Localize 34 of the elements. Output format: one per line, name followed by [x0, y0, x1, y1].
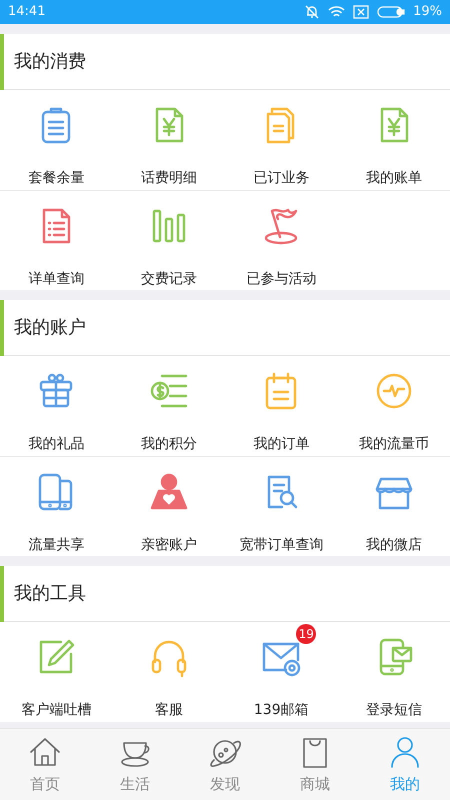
accent-bar — [0, 34, 4, 90]
menu-tile[interactable]: 我的流量币 — [338, 356, 450, 456]
menu-tile[interactable]: 已订业务 — [225, 90, 338, 190]
menu-tile[interactable]: 我的礼品 — [0, 356, 112, 456]
section-title: 我的工具 — [14, 582, 86, 606]
menu-tile[interactable]: 详单查询 — [0, 191, 112, 291]
menu-tile[interactable]: 19 139邮箱 — [225, 622, 338, 722]
menu-tile[interactable]: 流量共享 — [0, 457, 112, 557]
section-title: 我的账户 — [14, 316, 86, 340]
count-badge: 19 — [296, 624, 316, 644]
menu-tile[interactable]: 亲密账户 — [112, 457, 225, 557]
wifi-icon — [328, 5, 346, 19]
battery-percent: 19% — [413, 3, 442, 22]
menu-tile[interactable]: 宽带订单查询 — [225, 457, 338, 557]
menu-tile[interactable]: 登录短信 — [338, 622, 450, 722]
menu-tile[interactable]: 我的订单 — [225, 356, 338, 456]
menu-tile[interactable]: 我的账单 — [338, 90, 450, 190]
user-icon — [388, 735, 422, 769]
accent-bar — [0, 566, 4, 622]
menu-tile[interactable]: 交费记录 — [112, 191, 225, 291]
home-icon — [28, 735, 62, 769]
menu-tile[interactable]: 客户端吐槽 — [0, 622, 112, 722]
menu-tile[interactable]: 客服 — [112, 622, 225, 722]
menu-tile[interactable]: 已参与活动 — [225, 191, 338, 291]
menu-tile[interactable]: 话费明细 — [112, 90, 225, 190]
menu-tile[interactable]: 我的积分 — [112, 356, 225, 456]
clock: 14:41 — [8, 3, 46, 22]
menu-tile[interactable]: 我的微店 — [338, 457, 450, 557]
battery-icon — [377, 6, 406, 18]
accent-bar — [0, 300, 4, 356]
sim-card-icon — [353, 5, 370, 19]
section-title: 我的消费 — [14, 50, 86, 74]
menu-tile[interactable]: 套餐余量 — [0, 90, 112, 190]
mute-bell-icon — [304, 4, 320, 20]
